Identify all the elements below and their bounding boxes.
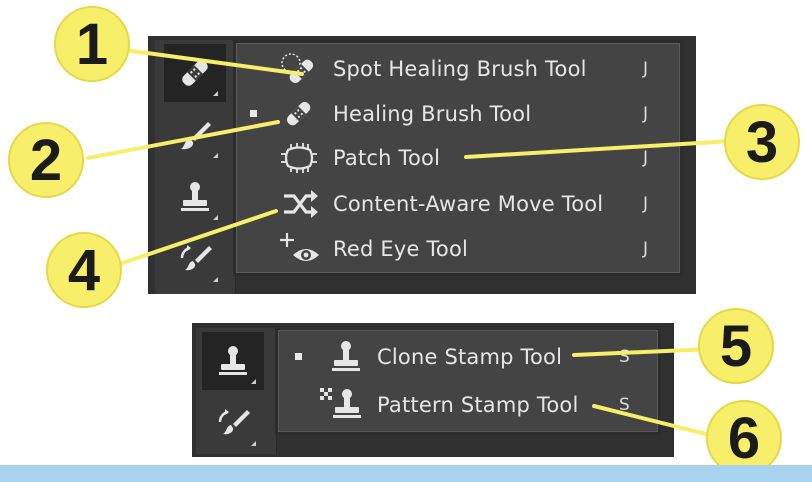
bottom-accent-bar	[0, 465, 812, 482]
callout-leader-lines	[86, 46, 734, 440]
leader-line-2	[86, 120, 280, 160]
callout-4: 4	[46, 232, 122, 308]
leader-line-1	[108, 46, 304, 76]
leader-line-6	[592, 404, 724, 440]
callout-1: 1	[54, 6, 130, 82]
leader-line-5	[572, 347, 714, 357]
callout-2: 2	[8, 122, 84, 198]
callout-3: 3	[724, 104, 800, 180]
leader-line-4	[100, 209, 278, 272]
callout-5: 5	[698, 308, 774, 384]
leader-line-3	[464, 139, 734, 159]
